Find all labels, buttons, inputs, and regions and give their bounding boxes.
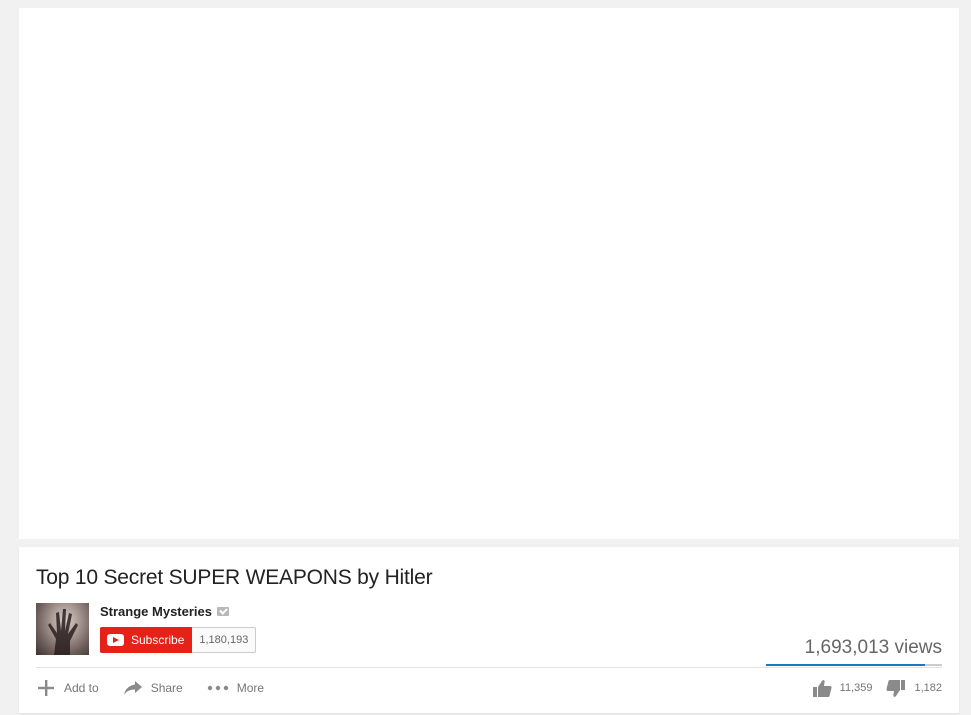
- video-info-panel: Top 10 Secret SUPER WEAPONS by Hitler St…: [19, 547, 959, 713]
- subscriber-count: 1,180,193: [192, 627, 257, 653]
- like-ratio-bar: [766, 664, 942, 666]
- subscribe-button[interactable]: Subscribe: [100, 627, 193, 653]
- ellipsis-icon: [207, 685, 228, 691]
- subscribe-label: Subscribe: [131, 633, 185, 647]
- channel-name[interactable]: Strange Mysteries: [100, 604, 229, 619]
- add-to-button[interactable]: Add to: [36, 678, 99, 698]
- dislike-count: 1,182: [914, 682, 942, 694]
- channel-name-label[interactable]: Strange Mysteries: [100, 604, 212, 619]
- view-count: 1,693,013 views: [804, 637, 942, 658]
- plus-icon: [38, 680, 54, 696]
- add-to-label: Add to: [64, 681, 99, 695]
- verified-badge-icon: [217, 607, 229, 616]
- thumbs-up-icon: [812, 679, 832, 697]
- thumbs-down-icon: [886, 679, 906, 697]
- divider: [36, 667, 942, 668]
- share-button[interactable]: Share: [123, 679, 183, 697]
- share-label: Share: [150, 681, 183, 695]
- vote-bar: 11,359 1,182: [812, 677, 942, 699]
- hand-silhouette-icon: [48, 609, 78, 655]
- like-button[interactable]: 11,359: [812, 679, 873, 698]
- action-bar: Add to Share More: [36, 677, 264, 699]
- video-title: Top 10 Secret SUPER WEAPONS by Hitler: [36, 566, 433, 589]
- video-player[interactable]: [19, 8, 959, 539]
- more-button[interactable]: More: [207, 681, 264, 695]
- like-ratio-fill: [766, 664, 926, 666]
- more-label: More: [236, 681, 265, 695]
- share-arrow-icon: [123, 681, 142, 695]
- dislike-button[interactable]: 1,182: [886, 679, 942, 698]
- youtube-play-icon: [107, 634, 124, 646]
- like-count: 11,359: [839, 682, 873, 694]
- channel-avatar[interactable]: [36, 603, 89, 655]
- subscribe-group: Subscribe 1,180,193: [100, 627, 257, 653]
